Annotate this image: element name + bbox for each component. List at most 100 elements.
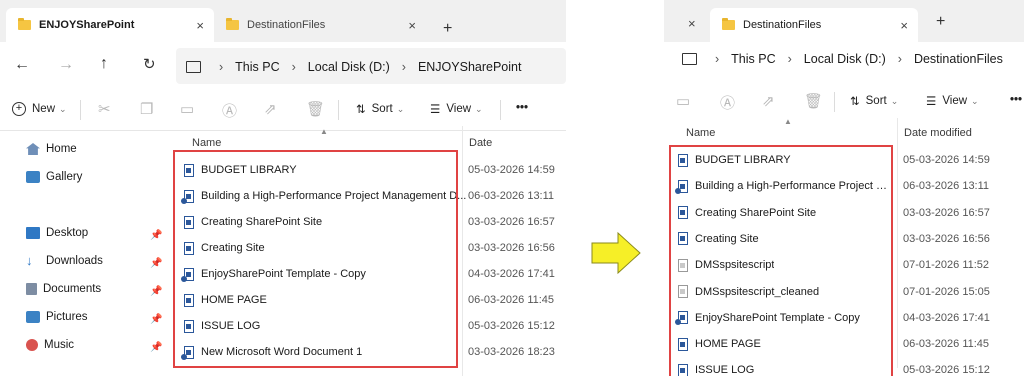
nav-label: Home xyxy=(46,143,77,155)
divider xyxy=(338,100,339,120)
new-button[interactable]: + New ⌄ xyxy=(12,102,67,116)
new-tab-button[interactable]: + xyxy=(936,13,945,31)
share-icon[interactable]: ⇗ xyxy=(264,100,277,118)
view-icon: ☰ xyxy=(926,96,937,108)
nav-downloads[interactable]: ↓ Downloads xyxy=(26,253,103,268)
left-explorer-window: ENJOYSharePoint × DestinationFiles × + ←… xyxy=(0,0,566,376)
download-icon: ↓ xyxy=(26,253,33,268)
pictures-icon xyxy=(26,311,40,323)
more-options-button[interactable]: ••• xyxy=(516,102,528,114)
chevron-right-icon: › xyxy=(897,52,902,66)
file-date: 05-03-2026 15:12 xyxy=(468,320,555,332)
file-date: 05-03-2026 15:12 xyxy=(903,364,990,376)
left-nav-pane: Home Gallery Desktop 📌 ↓ Downloads 📌 Doc… xyxy=(0,131,170,376)
pin-icon[interactable]: 📌 xyxy=(150,314,162,325)
close-tab-icon[interactable]: × xyxy=(196,18,204,33)
share-icon[interactable]: ⇗ xyxy=(762,92,775,110)
folder-icon xyxy=(18,18,31,30)
breadcrumb-current[interactable]: ENJOYSharePoint xyxy=(418,60,522,74)
breadcrumb-path: › This PC › Local Disk (D:) › ENJOYShare… xyxy=(186,60,521,74)
nav-label: Gallery xyxy=(46,171,83,183)
nav-home[interactable]: Home xyxy=(26,143,77,155)
pin-icon[interactable]: 📌 xyxy=(150,342,162,353)
music-icon xyxy=(26,339,38,351)
breadcrumb-current[interactable]: DestinationFiles xyxy=(914,52,1003,66)
chevron-down-icon: ⌄ xyxy=(396,103,405,114)
nav-pictures[interactable]: Pictures xyxy=(26,311,88,323)
delete-icon[interactable]: 🗑 xyxy=(804,92,823,110)
file-date: 06-03-2026 11:45 xyxy=(468,294,555,306)
pin-icon[interactable]: 📌 xyxy=(150,230,162,241)
file-date: 07-01-2026 15:05 xyxy=(903,285,990,298)
delete-icon[interactable]: 🗑 xyxy=(306,100,325,118)
close-tab-icon[interactable]: × xyxy=(408,18,416,33)
desktop-icon xyxy=(26,227,40,239)
folder-icon xyxy=(722,18,735,30)
paste-icon[interactable]: ▭ xyxy=(676,92,690,110)
new-tab-button[interactable]: + xyxy=(443,20,452,38)
sort-button[interactable]: ⇅ Sort ⌄ xyxy=(356,102,404,116)
pin-icon[interactable]: 📌 xyxy=(150,286,162,297)
chevron-right-icon: › xyxy=(219,60,224,74)
nav-documents[interactable]: Documents xyxy=(26,283,101,295)
sort-icon: ⇅ xyxy=(850,96,860,108)
file-date: 04-03-2026 17:41 xyxy=(903,311,990,324)
close-tab-icon[interactable]: × xyxy=(900,18,908,33)
file-date: 05-03-2026 14:59 xyxy=(468,164,555,176)
chevron-right-icon: › xyxy=(715,52,720,66)
chevron-right-icon: › xyxy=(291,60,296,74)
nav-desktop[interactable]: Desktop xyxy=(26,227,88,239)
close-tab-icon[interactable]: × xyxy=(688,16,696,31)
sort-button[interactable]: ⇅ Sort ⌄ xyxy=(850,94,898,108)
documents-icon xyxy=(26,283,37,295)
back-arrow-icon[interactable]: ← xyxy=(14,56,30,74)
column-header-name[interactable]: Name xyxy=(192,137,221,149)
monitor-icon xyxy=(186,61,201,73)
rename-icon[interactable]: Ⓐ xyxy=(222,100,237,121)
plus-circle-icon: + xyxy=(12,102,26,116)
view-label: View xyxy=(446,103,472,115)
forward-arrow-icon[interactable]: → xyxy=(58,56,74,74)
chevron-down-icon: ⌄ xyxy=(890,95,899,106)
left-address-bar: ← → ↑ ↻ › This PC › Local Disk (D:) › EN… xyxy=(0,42,566,90)
column-header-name[interactable]: Name xyxy=(686,127,715,139)
tab-enjoysharepoint[interactable]: ENJOYSharePoint × xyxy=(6,8,214,42)
breadcrumb-this-pc[interactable]: This PC xyxy=(235,60,279,74)
view-button[interactable]: ☰ View ⌄ xyxy=(926,94,979,108)
column-header-date[interactable]: Date xyxy=(469,137,492,149)
nav-gallery[interactable]: Gallery xyxy=(26,171,82,183)
tab-label: DestinationFiles xyxy=(247,19,326,31)
chevron-down-icon: ⌄ xyxy=(59,103,67,114)
breadcrumb-this-pc[interactable]: This PC xyxy=(731,52,775,66)
sort-caret-icon: ▲ xyxy=(784,117,792,126)
nav-label: Music xyxy=(44,339,75,351)
file-date: 06-03-2026 13:11 xyxy=(468,190,555,202)
column-header-date[interactable]: Date modified xyxy=(904,127,972,139)
breadcrumb-local-disk[interactable]: Local Disk (D:) xyxy=(308,60,390,74)
file-date: 03-03-2026 16:56 xyxy=(468,242,555,254)
nav-label: Desktop xyxy=(46,227,89,239)
pin-icon[interactable]: 📌 xyxy=(150,258,162,269)
nav-label: Downloads xyxy=(46,255,103,267)
refresh-icon[interactable]: ↻ xyxy=(143,55,156,73)
breadcrumb-path: › This PC › Local Disk (D:) › Destinatio… xyxy=(682,52,1003,66)
sort-icon: ⇅ xyxy=(356,104,366,116)
right-command-bar: ▭ Ⓐ ⇗ 🗑 ⇅ Sort ⌄ ☰ View ⌄ ••• xyxy=(664,82,1024,122)
copy-icon[interactable]: ❐ xyxy=(140,100,153,118)
tab-label: DestinationFiles xyxy=(743,19,822,31)
view-button[interactable]: ☰ View ⌄ xyxy=(430,102,483,116)
tab-destinationfiles[interactable]: DestinationFiles × xyxy=(710,8,918,42)
more-options-button[interactable]: ••• xyxy=(1010,94,1022,106)
breadcrumb-local-disk[interactable]: Local Disk (D:) xyxy=(804,52,886,66)
right-tab-strip: × DestinationFiles × + xyxy=(664,0,1024,42)
nav-music[interactable]: Music xyxy=(26,339,74,351)
rename-icon[interactable]: Ⓐ xyxy=(720,92,735,113)
file-date: 07-01-2026 11:52 xyxy=(903,259,990,272)
tab-destinationfiles[interactable]: DestinationFiles × xyxy=(218,8,426,42)
up-arrow-icon[interactable]: ↑ xyxy=(100,55,108,73)
file-date: 06-03-2026 13:11 xyxy=(903,180,990,193)
view-icon: ☰ xyxy=(430,104,441,116)
paste-icon[interactable]: ▭ xyxy=(180,100,194,118)
cut-icon[interactable]: ✂ xyxy=(98,100,111,118)
gallery-icon xyxy=(26,171,40,183)
